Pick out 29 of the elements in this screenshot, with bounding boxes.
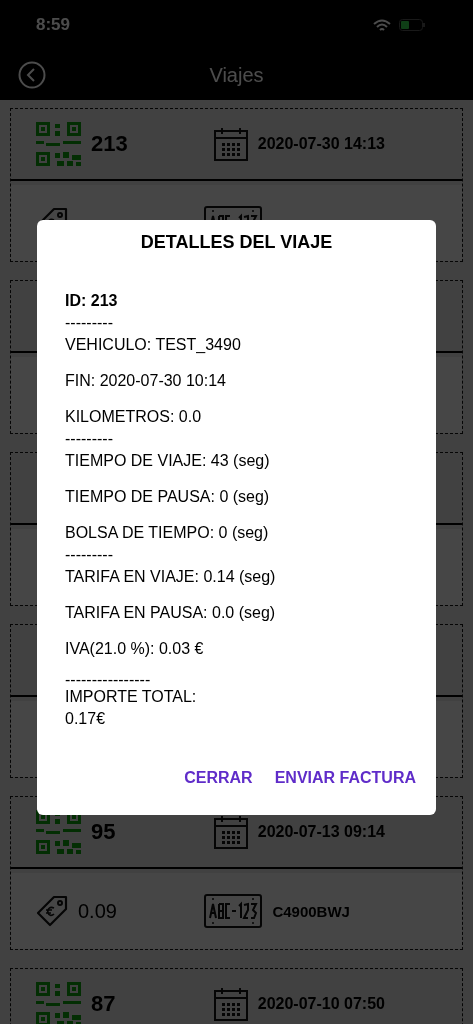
detail-line: IVA(21.0 %): 0.03 €	[65, 639, 204, 659]
dialog-button[interactable]: ENVIAR FACTURA	[274, 763, 416, 793]
trip-date: 2020-07-30 14:13	[257, 135, 385, 153]
separator-dashes: ---------	[65, 313, 113, 333]
trip-id: 213	[91, 131, 128, 157]
detail-line: FIN: 2020-07-30 10:14	[65, 371, 226, 391]
detail-line: TIEMPO DE VIAJE: 43 (seg)	[65, 451, 270, 471]
trip-date: 2020-07-13 09:14	[257, 823, 385, 841]
detail-line: BOLSA DE TIEMPO: 0 (seg)	[65, 523, 269, 543]
dialog-title: DETALLES DEL VIAJE	[139, 232, 334, 253]
detail-line: TARIFA EN VIAJE: 0.14 (seg)	[65, 567, 276, 587]
detail-line: KILOMETROS: 0.0	[65, 407, 202, 427]
separator-dashes: ---------	[65, 545, 113, 565]
trip-date: 2020-07-10 07:50	[257, 995, 385, 1013]
trip-id: 95	[91, 819, 116, 845]
separator-dashes: ---------	[65, 429, 113, 449]
screen-title: Viajes	[209, 63, 264, 87]
trip-id-line: ID: 213	[65, 291, 118, 311]
status-time: 8:59	[36, 15, 71, 35]
dialog-button[interactable]: CERRAR	[184, 763, 253, 793]
total-label: IMPORTE TOTAL:	[65, 687, 197, 707]
separator-dashes: ----------------	[65, 674, 151, 686]
trip-amount: 0.09	[78, 899, 117, 923]
detail-line: TARIFA EN PAUSA: 0.0 (seg)	[65, 603, 276, 623]
trip-id: 87	[91, 991, 116, 1017]
total-amount: 0.17€	[65, 709, 106, 729]
license-plate: C4900BWJ	[272, 902, 350, 920]
detail-line: VEHICULO: TEST_3490	[65, 335, 241, 355]
detail-line: TIEMPO DE PAUSA: 0 (seg)	[65, 487, 270, 507]
